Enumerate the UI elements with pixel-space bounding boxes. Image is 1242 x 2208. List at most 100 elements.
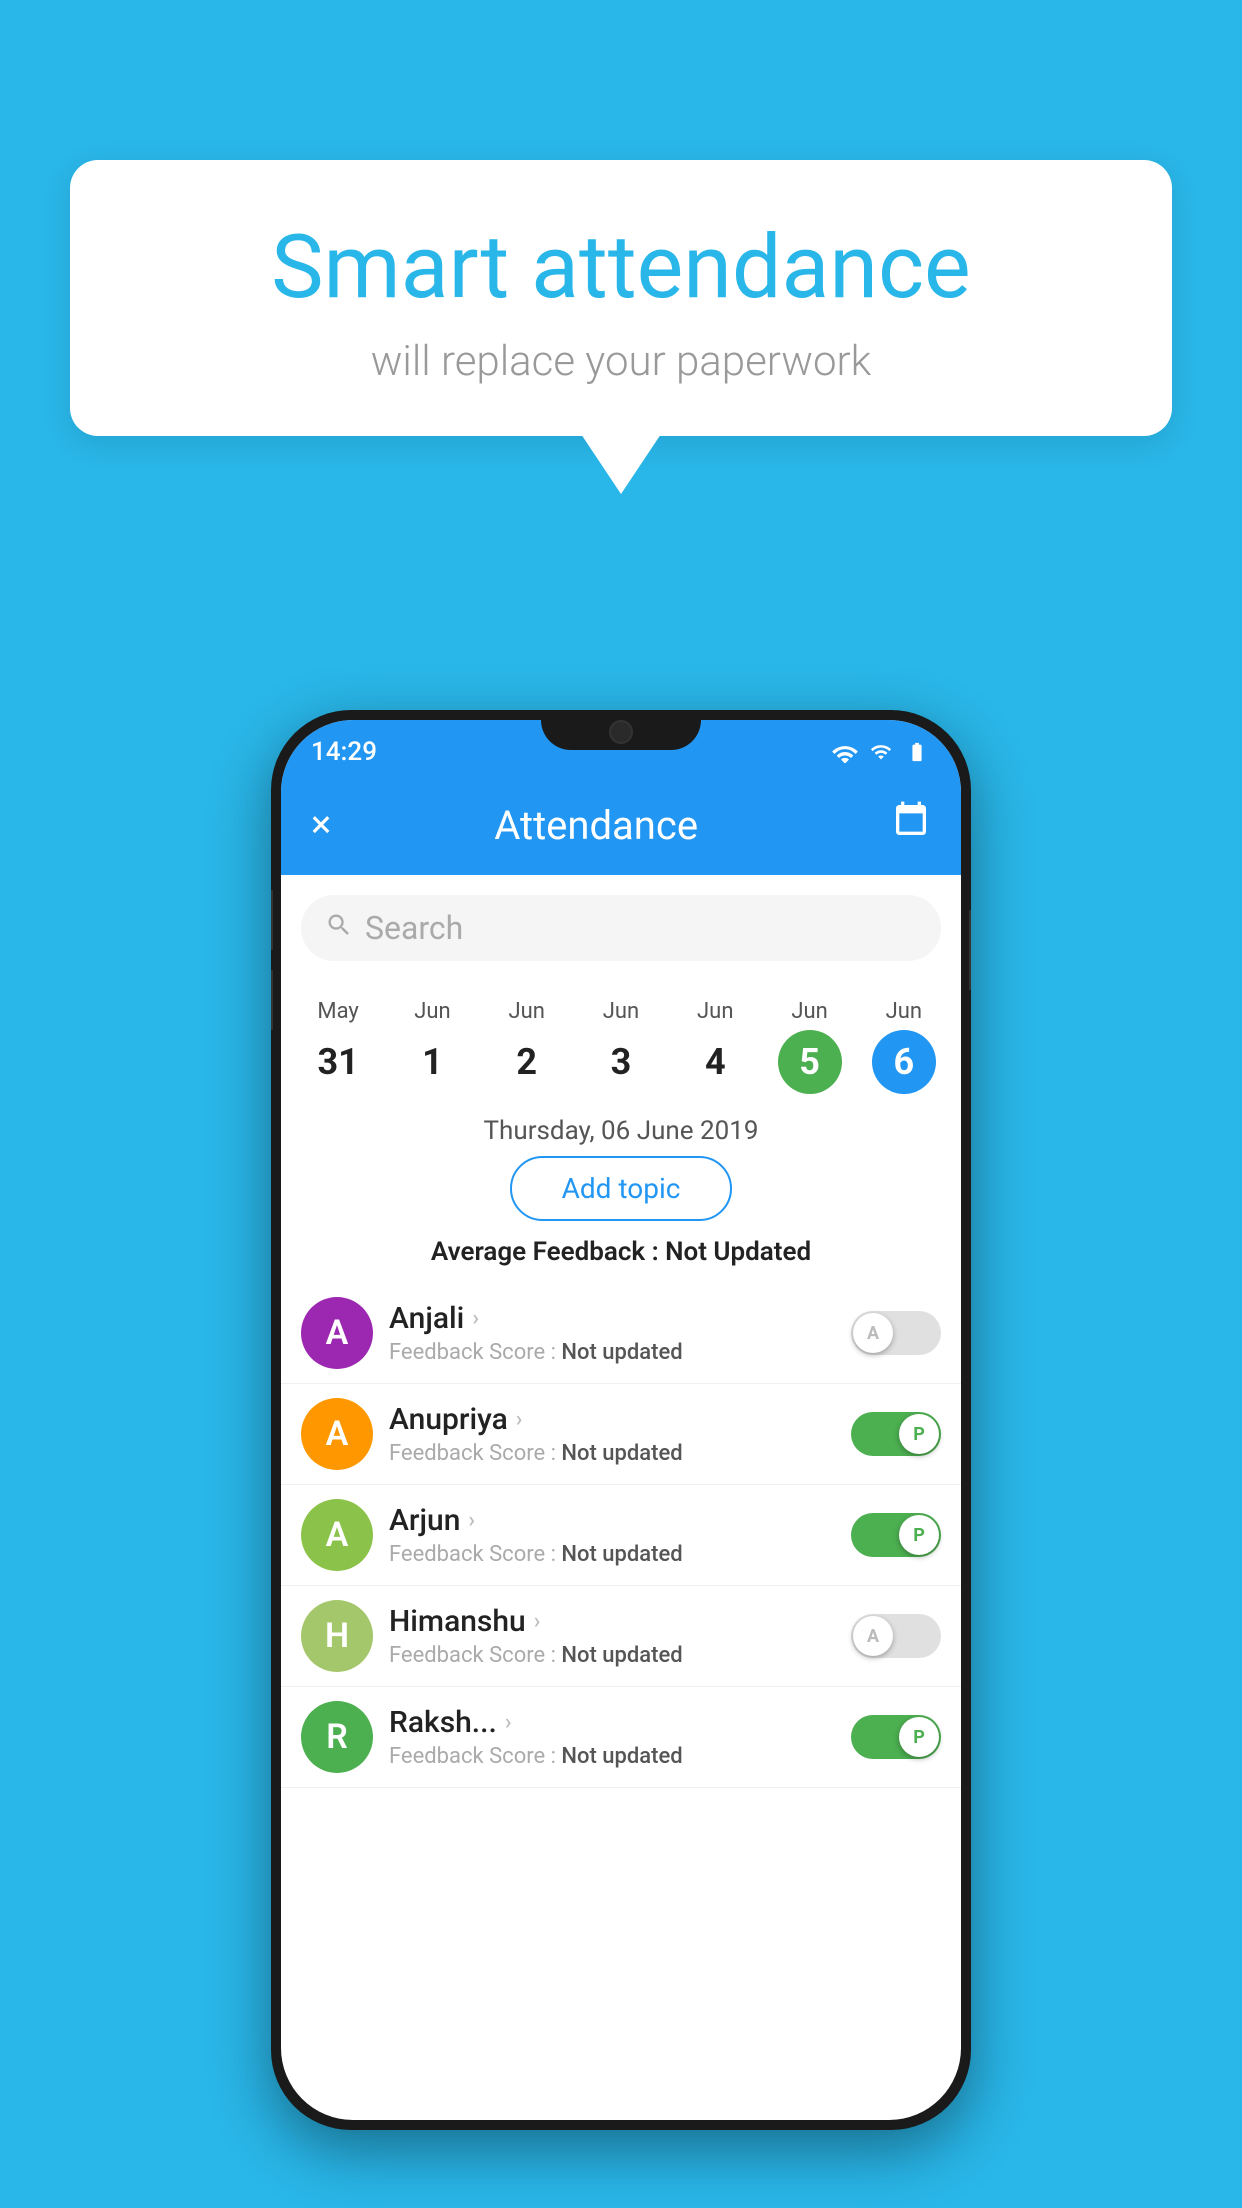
cal-month-label: Jun	[697, 999, 733, 1024]
cal-month-label: Jun	[791, 999, 827, 1024]
calendar-svg	[891, 800, 931, 840]
student-score: Feedback Score : Not updated	[389, 1441, 835, 1466]
student-score: Feedback Score : Not updated	[389, 1542, 835, 1567]
cal-month-label: Jun	[508, 999, 544, 1024]
cal-date-number[interactable]: 3	[589, 1030, 653, 1094]
cal-date-number[interactable]: 6	[872, 1030, 936, 1094]
calendar-day[interactable]: Jun 6	[857, 991, 951, 1102]
cal-month-label: Jun	[886, 999, 922, 1024]
battery-icon	[903, 741, 931, 763]
calendar-icon[interactable]	[891, 800, 931, 850]
calendar-strip: May 31 Jun 1 Jun 2 Jun 3 Jun 4 Jun 5 Jun 6	[281, 981, 961, 1102]
selected-date-label: Thursday, 06 June 2019	[281, 1116, 961, 1146]
cal-month-label: May	[317, 999, 358, 1024]
toggle-switch[interactable]: A	[851, 1311, 941, 1355]
speech-bubble-tail	[581, 434, 661, 494]
student-name: Raksh...›	[389, 1705, 835, 1740]
cal-date-number[interactable]: 4	[683, 1030, 747, 1094]
calendar-day[interactable]: Jun 3	[574, 991, 668, 1102]
student-item[interactable]: A Anjali› Feedback Score : Not updated A	[281, 1283, 961, 1384]
student-chevron-icon: ›	[505, 1710, 512, 1735]
toggle-knob: A	[853, 1313, 893, 1353]
toggle-knob: A	[853, 1616, 893, 1656]
volume-down-button	[271, 970, 273, 1030]
student-item[interactable]: H Himanshu› Feedback Score : Not updated A	[281, 1586, 961, 1687]
phone-screen: 14:29 ×	[281, 720, 961, 2120]
cal-date-number[interactable]: 1	[400, 1030, 464, 1094]
student-info: Raksh...› Feedback Score : Not updated	[389, 1705, 835, 1769]
student-list: AAnjali›Feedback Score : Not updatedAAAn…	[281, 1283, 961, 1788]
avg-feedback: Average Feedback : Not Updated	[281, 1237, 961, 1267]
student-info: Anjali› Feedback Score : Not updated	[389, 1301, 835, 1365]
toggle-switch[interactable]: A	[851, 1614, 941, 1658]
student-avatar: A	[301, 1499, 373, 1571]
app-bar: × Attendance	[281, 775, 961, 875]
attendance-toggle[interactable]: P	[851, 1412, 941, 1456]
student-chevron-icon: ›	[472, 1306, 479, 1331]
calendar-day[interactable]: Jun 1	[385, 991, 479, 1102]
avg-feedback-value: Not Updated	[665, 1237, 811, 1267]
speech-bubble-subtitle: will replace your paperwork	[130, 337, 1112, 386]
toggle-knob: P	[899, 1414, 939, 1454]
app-bar-title: Attendance	[301, 802, 891, 849]
phone-frame: 14:29 ×	[271, 710, 971, 2130]
student-chevron-icon: ›	[534, 1609, 541, 1634]
toggle-switch[interactable]: P	[851, 1412, 941, 1456]
speech-bubble-card: Smart attendance will replace your paper…	[70, 160, 1172, 436]
student-info: Arjun› Feedback Score : Not updated	[389, 1503, 835, 1567]
student-avatar: A	[301, 1398, 373, 1470]
cal-date-number[interactable]: 2	[495, 1030, 559, 1094]
cal-month-label: Jun	[414, 999, 450, 1024]
student-avatar: A	[301, 1297, 373, 1369]
speech-bubble-title: Smart attendance	[130, 220, 1112, 317]
student-score: Feedback Score : Not updated	[389, 1744, 835, 1769]
student-name: Anupriya›	[389, 1402, 835, 1437]
status-icons	[831, 741, 931, 763]
add-topic-button[interactable]: Add topic	[510, 1156, 733, 1221]
power-button	[969, 910, 971, 990]
attendance-toggle[interactable]: P	[851, 1513, 941, 1557]
student-item[interactable]: R Raksh...› Feedback Score : Not updated P	[281, 1687, 961, 1788]
toggle-knob: P	[899, 1515, 939, 1555]
search-placeholder: Search	[365, 909, 463, 947]
cal-date-number[interactable]: 31	[306, 1030, 370, 1094]
student-item[interactable]: A Anupriya› Feedback Score : Not updated P	[281, 1384, 961, 1485]
student-info: Anupriya› Feedback Score : Not updated	[389, 1402, 835, 1466]
student-name: Himanshu›	[389, 1604, 835, 1639]
student-score: Feedback Score : Not updated	[389, 1643, 835, 1668]
front-camera	[609, 720, 633, 744]
calendar-day[interactable]: Jun 4	[668, 991, 762, 1102]
toggle-switch[interactable]: P	[851, 1715, 941, 1759]
student-score: Feedback Score : Not updated	[389, 1340, 835, 1365]
toggle-switch[interactable]: P	[851, 1513, 941, 1557]
attendance-toggle[interactable]: A	[851, 1311, 941, 1355]
wifi-icon	[831, 741, 859, 763]
status-time: 14:29	[311, 737, 377, 767]
student-avatar: H	[301, 1600, 373, 1672]
student-chevron-icon: ›	[468, 1508, 475, 1533]
search-icon	[325, 911, 353, 946]
student-avatar: R	[301, 1701, 373, 1773]
avg-feedback-label: Average Feedback :	[431, 1237, 665, 1267]
phone-mockup: 14:29 ×	[271, 710, 971, 2130]
cal-date-number[interactable]: 5	[778, 1030, 842, 1094]
search-bar[interactable]: Search	[301, 895, 941, 961]
toggle-knob: P	[899, 1717, 939, 1757]
student-info: Himanshu› Feedback Score : Not updated	[389, 1604, 835, 1668]
volume-up-button	[271, 890, 273, 950]
calendar-day[interactable]: Jun 2	[480, 991, 574, 1102]
calendar-day[interactable]: May 31	[291, 991, 385, 1102]
add-topic-label: Add topic	[562, 1172, 681, 1205]
student-chevron-icon: ›	[516, 1407, 523, 1432]
search-svg	[325, 911, 353, 939]
speech-bubble-section: Smart attendance will replace your paper…	[70, 160, 1172, 494]
signal-icon	[869, 741, 893, 763]
student-name: Arjun›	[389, 1503, 835, 1538]
attendance-toggle[interactable]: P	[851, 1715, 941, 1759]
attendance-toggle[interactable]: A	[851, 1614, 941, 1658]
calendar-day[interactable]: Jun 5	[762, 991, 856, 1102]
cal-month-label: Jun	[603, 999, 639, 1024]
student-name: Anjali›	[389, 1301, 835, 1336]
student-item[interactable]: A Arjun› Feedback Score : Not updated P	[281, 1485, 961, 1586]
phone-notch	[541, 710, 701, 750]
